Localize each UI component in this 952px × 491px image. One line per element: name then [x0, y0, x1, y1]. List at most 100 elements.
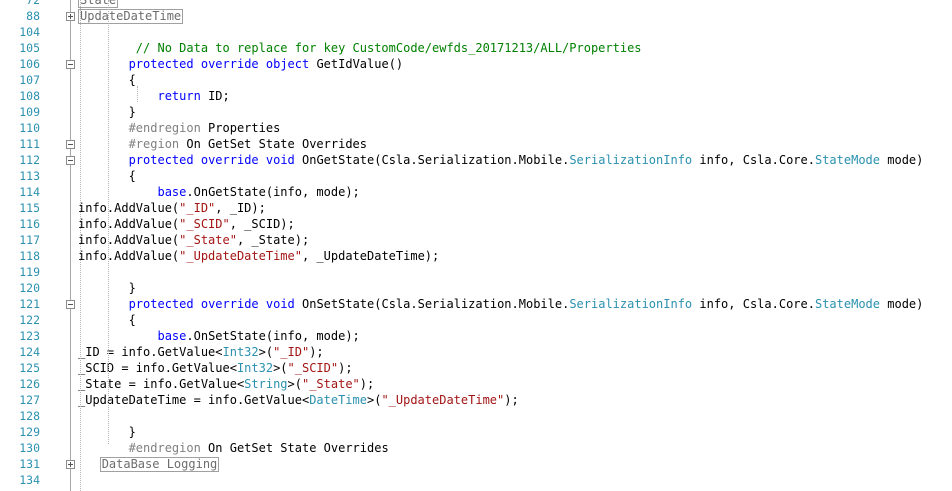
line-number: 114 [19, 185, 40, 199]
code-line[interactable]: 122 { [0, 312, 952, 328]
expand-region-icon[interactable] [66, 460, 75, 469]
code-text[interactable]: protected override void OnSetState(Csla.… [78, 296, 924, 312]
code-text[interactable]: } [78, 104, 136, 120]
code-text[interactable]: protected override void OnGetState(Csla.… [78, 152, 924, 168]
code-line[interactable]: 113 { [0, 168, 952, 184]
code-line[interactable]: 121 protected override void OnSetState(C… [0, 296, 952, 312]
code-line[interactable]: 116 info.AddValue("_SCID", _SCID); [0, 216, 952, 232]
collapsed-region[interactable]: DataBase Logging [99, 457, 220, 472]
collapse-region-icon[interactable] [66, 156, 75, 165]
code-token: On GetSet State Overrides [179, 137, 367, 151]
code-line[interactable]: 124 _ID = info.GetValue<Int32>("_ID"); [0, 344, 952, 360]
line-number: 106 [19, 57, 40, 71]
code-text[interactable]: _State = info.GetValue<String>("_State")… [78, 376, 374, 392]
code-text[interactable]: { [78, 168, 136, 184]
line-number: 111 [19, 137, 40, 151]
line-number: 134 [19, 473, 40, 487]
line-number: 126 [19, 377, 40, 391]
code-token: , _ID); [215, 201, 266, 215]
code-text[interactable]: _SCID = info.GetValue<Int32>("_SCID"); [78, 360, 353, 376]
code-line[interactable]: 114 base.OnGetState(info, mode); [0, 184, 952, 200]
code-token: Properties [200, 121, 281, 135]
code-token: , _State); [236, 233, 310, 247]
code-token: info.AddValue( [78, 217, 180, 231]
code-line[interactable]: 107 { [0, 72, 952, 88]
code-line[interactable]: 109 } [0, 104, 952, 120]
code-text[interactable]: protected override object GetIdValue() [78, 56, 404, 72]
collapse-region-icon[interactable] [66, 140, 75, 149]
code-line[interactable]: 108 return ID; [0, 88, 952, 104]
code-line[interactable]: 115 info.AddValue("_ID", _ID); [0, 200, 952, 216]
code-line[interactable]: 118 info.AddValue("_UpdateDateTime", _Upd… [0, 248, 952, 264]
line-number: 108 [19, 89, 40, 103]
code-line[interactable]: 88 UpdateDateTime [0, 8, 952, 24]
code-editor[interactable]: 72 State 88 UpdateDateTime 104 105 // No Data… [0, 0, 952, 491]
code-text[interactable]: info.AddValue("_UpdateDateTime", _Update… [78, 248, 439, 264]
code-token: info.AddValue( [78, 201, 180, 215]
code-token: mode) [880, 297, 924, 311]
expand-region-icon[interactable] [66, 12, 75, 21]
code-token: protected [128, 153, 194, 167]
line-number: 119 [19, 265, 40, 279]
code-token: "_ID" [179, 201, 216, 215]
code-text[interactable]: State [78, 0, 119, 8]
code-token: ID; [200, 89, 230, 103]
code-line[interactable]: 117 info.AddValue("_State", _State); [0, 232, 952, 248]
collapsed-region[interactable]: State [78, 0, 119, 8]
code-token: object [265, 57, 310, 71]
code-line[interactable]: 126 _State = info.GetValue<String>("_Stat… [0, 376, 952, 392]
code-text[interactable]: UpdateDateTime [78, 8, 184, 24]
code-text[interactable]: _UpdateDateTime = info.GetValue<DateTime… [78, 392, 519, 408]
code-token: SerializationInfo [569, 297, 693, 311]
code-token: String [244, 377, 288, 391]
collapse-region-icon[interactable] [66, 300, 75, 309]
line-number: 125 [19, 361, 40, 375]
code-text[interactable]: return ID; [78, 88, 230, 104]
collapsed-region[interactable]: UpdateDateTime [78, 9, 184, 24]
code-text[interactable]: info.AddValue("_State", _State); [78, 232, 309, 248]
code-text[interactable]: } [78, 280, 136, 296]
code-line[interactable]: 125 _SCID = info.GetValue<Int32>("_SCID")… [0, 360, 952, 376]
code-line[interactable]: 129 } [0, 424, 952, 440]
code-text[interactable]: _ID = info.GetValue<Int32>("_ID"); [78, 344, 324, 360]
code-line[interactable]: 112 protected override void OnGetState(C… [0, 152, 952, 168]
code-line[interactable]: 119 [0, 264, 952, 280]
code-text[interactable]: #endregion On GetSet State Overrides [78, 440, 389, 456]
code-line[interactable]: 128 [0, 408, 952, 424]
code-token: return [157, 89, 201, 103]
code-line[interactable]: 127 _UpdateDateTime = info.GetValue<DateT… [0, 392, 952, 408]
code-text[interactable]: { [78, 312, 136, 328]
code-token: #endregion [128, 441, 201, 455]
code-line[interactable]: 130 #endregion On GetSet State Overrides [0, 440, 952, 456]
code-line[interactable]: 131 DataBase Logging [0, 456, 952, 472]
code-token: } [78, 425, 136, 439]
code-text[interactable]: base.OnGetState(info, mode); [78, 184, 359, 200]
code-token: mode) [880, 153, 924, 167]
code-text[interactable]: info.AddValue("_ID", _ID); [78, 200, 266, 216]
code-line[interactable]: 72 State [0, 0, 952, 8]
code-line[interactable]: 134 [0, 472, 952, 488]
code-token: OnSetState(Csla.Serialization.Mobile. [294, 297, 570, 311]
line-number: 104 [19, 25, 40, 39]
code-text[interactable]: info.AddValue("_SCID", _SCID); [78, 216, 295, 232]
collapse-region-icon[interactable] [66, 60, 75, 69]
line-number: 116 [19, 217, 40, 231]
code-text[interactable]: { [78, 72, 136, 88]
line-number: 107 [19, 73, 40, 87]
code-text[interactable]: } [78, 424, 136, 440]
code-token: protected [128, 297, 194, 311]
code-line[interactable]: 106 protected override object GetIdValue… [0, 56, 952, 72]
code-text[interactable]: #region On GetSet State Overrides [78, 136, 367, 152]
code-line[interactable]: 120 } [0, 280, 952, 296]
code-text[interactable]: // No Data to replace for key CustomCode… [78, 40, 642, 56]
code-line[interactable]: 104 [0, 24, 952, 40]
code-line[interactable]: 110 #endregion Properties [0, 120, 952, 136]
code-text[interactable]: base.OnSetState(info, mode); [78, 328, 359, 344]
code-line[interactable]: 105 // No Data to replace for key Custom… [0, 40, 952, 56]
code-line[interactable]: 123 base.OnSetState(info, mode); [0, 328, 952, 344]
code-line[interactable]: 111 #region On GetSet State Overrides [0, 136, 952, 152]
code-token: DateTime [309, 393, 367, 407]
code-text[interactable]: DataBase Logging [78, 456, 220, 472]
